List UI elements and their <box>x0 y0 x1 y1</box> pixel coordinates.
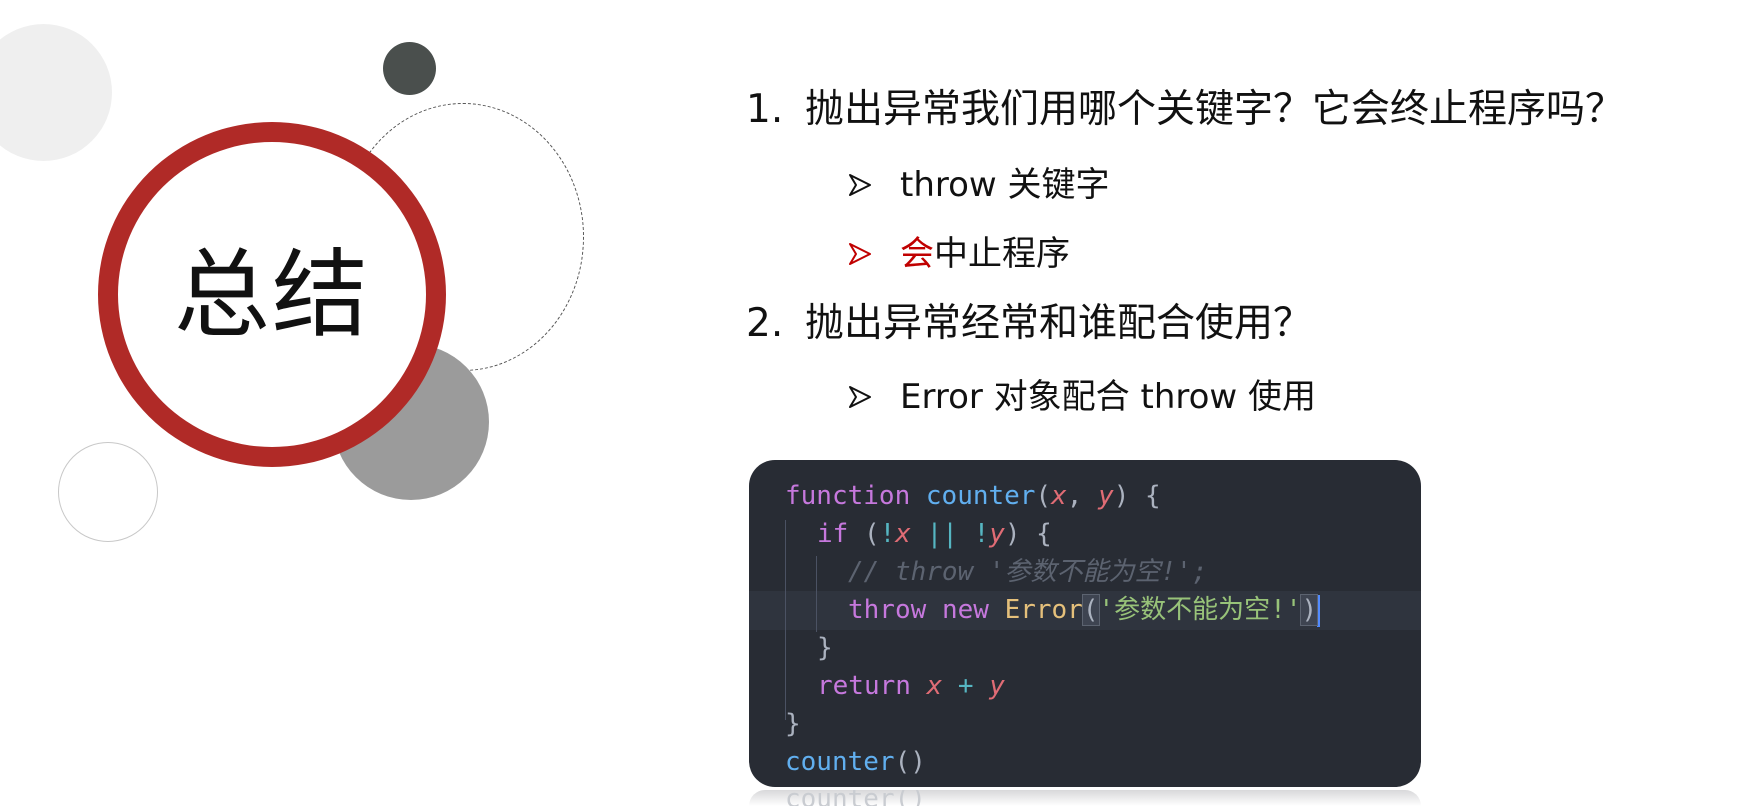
question-text: 抛出异常我们用哪个关键字？它会终止程序吗？ <box>805 87 1625 132</box>
code-line: return x + y <box>817 671 1005 701</box>
answer-text: 中止程序 <box>934 234 1070 274</box>
decorative-circle-dark <box>383 42 436 95</box>
code-line: if (!x || !y) { <box>817 519 1052 549</box>
answer-text: throw 关键字 <box>900 165 1110 205</box>
answer-bullet: throw 关键字 <box>848 168 1110 202</box>
question-number: 2. <box>746 301 784 346</box>
arrowhead-bullet-icon <box>849 174 871 196</box>
code-line: function counter(x, y) { <box>785 481 1161 511</box>
code-line: throw new Error('参数不能为空!') <box>848 591 1321 629</box>
code-block: function counter(x, y) { if (!x || !y) {… <box>749 460 1421 787</box>
arrowhead-bullet-icon <box>849 243 871 265</box>
question-2: 2. 抛出异常经常和谁配合使用？ <box>746 304 1312 343</box>
question-text: 抛出异常经常和谁配合使用？ <box>805 301 1313 346</box>
code-line: } <box>785 709 801 739</box>
slide-title: 总结 <box>174 238 370 351</box>
code-line: counter() <box>785 747 926 777</box>
answer-bullet: Error 对象配合 throw 使用 <box>848 380 1316 414</box>
decorative-circle-outline <box>58 442 158 542</box>
arrowhead-bullet-icon <box>849 386 871 408</box>
code-line: } <box>817 633 833 663</box>
question-number: 1. <box>746 87 784 132</box>
code-block-reflection: counter() <box>749 790 1421 806</box>
question-1: 1. 抛出异常我们用哪个关键字？它会终止程序吗？ <box>746 90 1624 129</box>
title-ring: 总结 <box>98 122 446 467</box>
indent-guide <box>785 520 786 720</box>
answer-highlight: 会 <box>900 234 934 274</box>
answer-bullet: 会中止程序 <box>848 237 1070 271</box>
answer-text: Error 对象配合 throw 使用 <box>900 377 1317 417</box>
text-cursor <box>1317 594 1321 627</box>
code-line: // throw '参数不能为空!'; <box>848 557 1208 587</box>
decorative-circle-light <box>0 24 112 161</box>
indent-guide <box>816 556 817 632</box>
